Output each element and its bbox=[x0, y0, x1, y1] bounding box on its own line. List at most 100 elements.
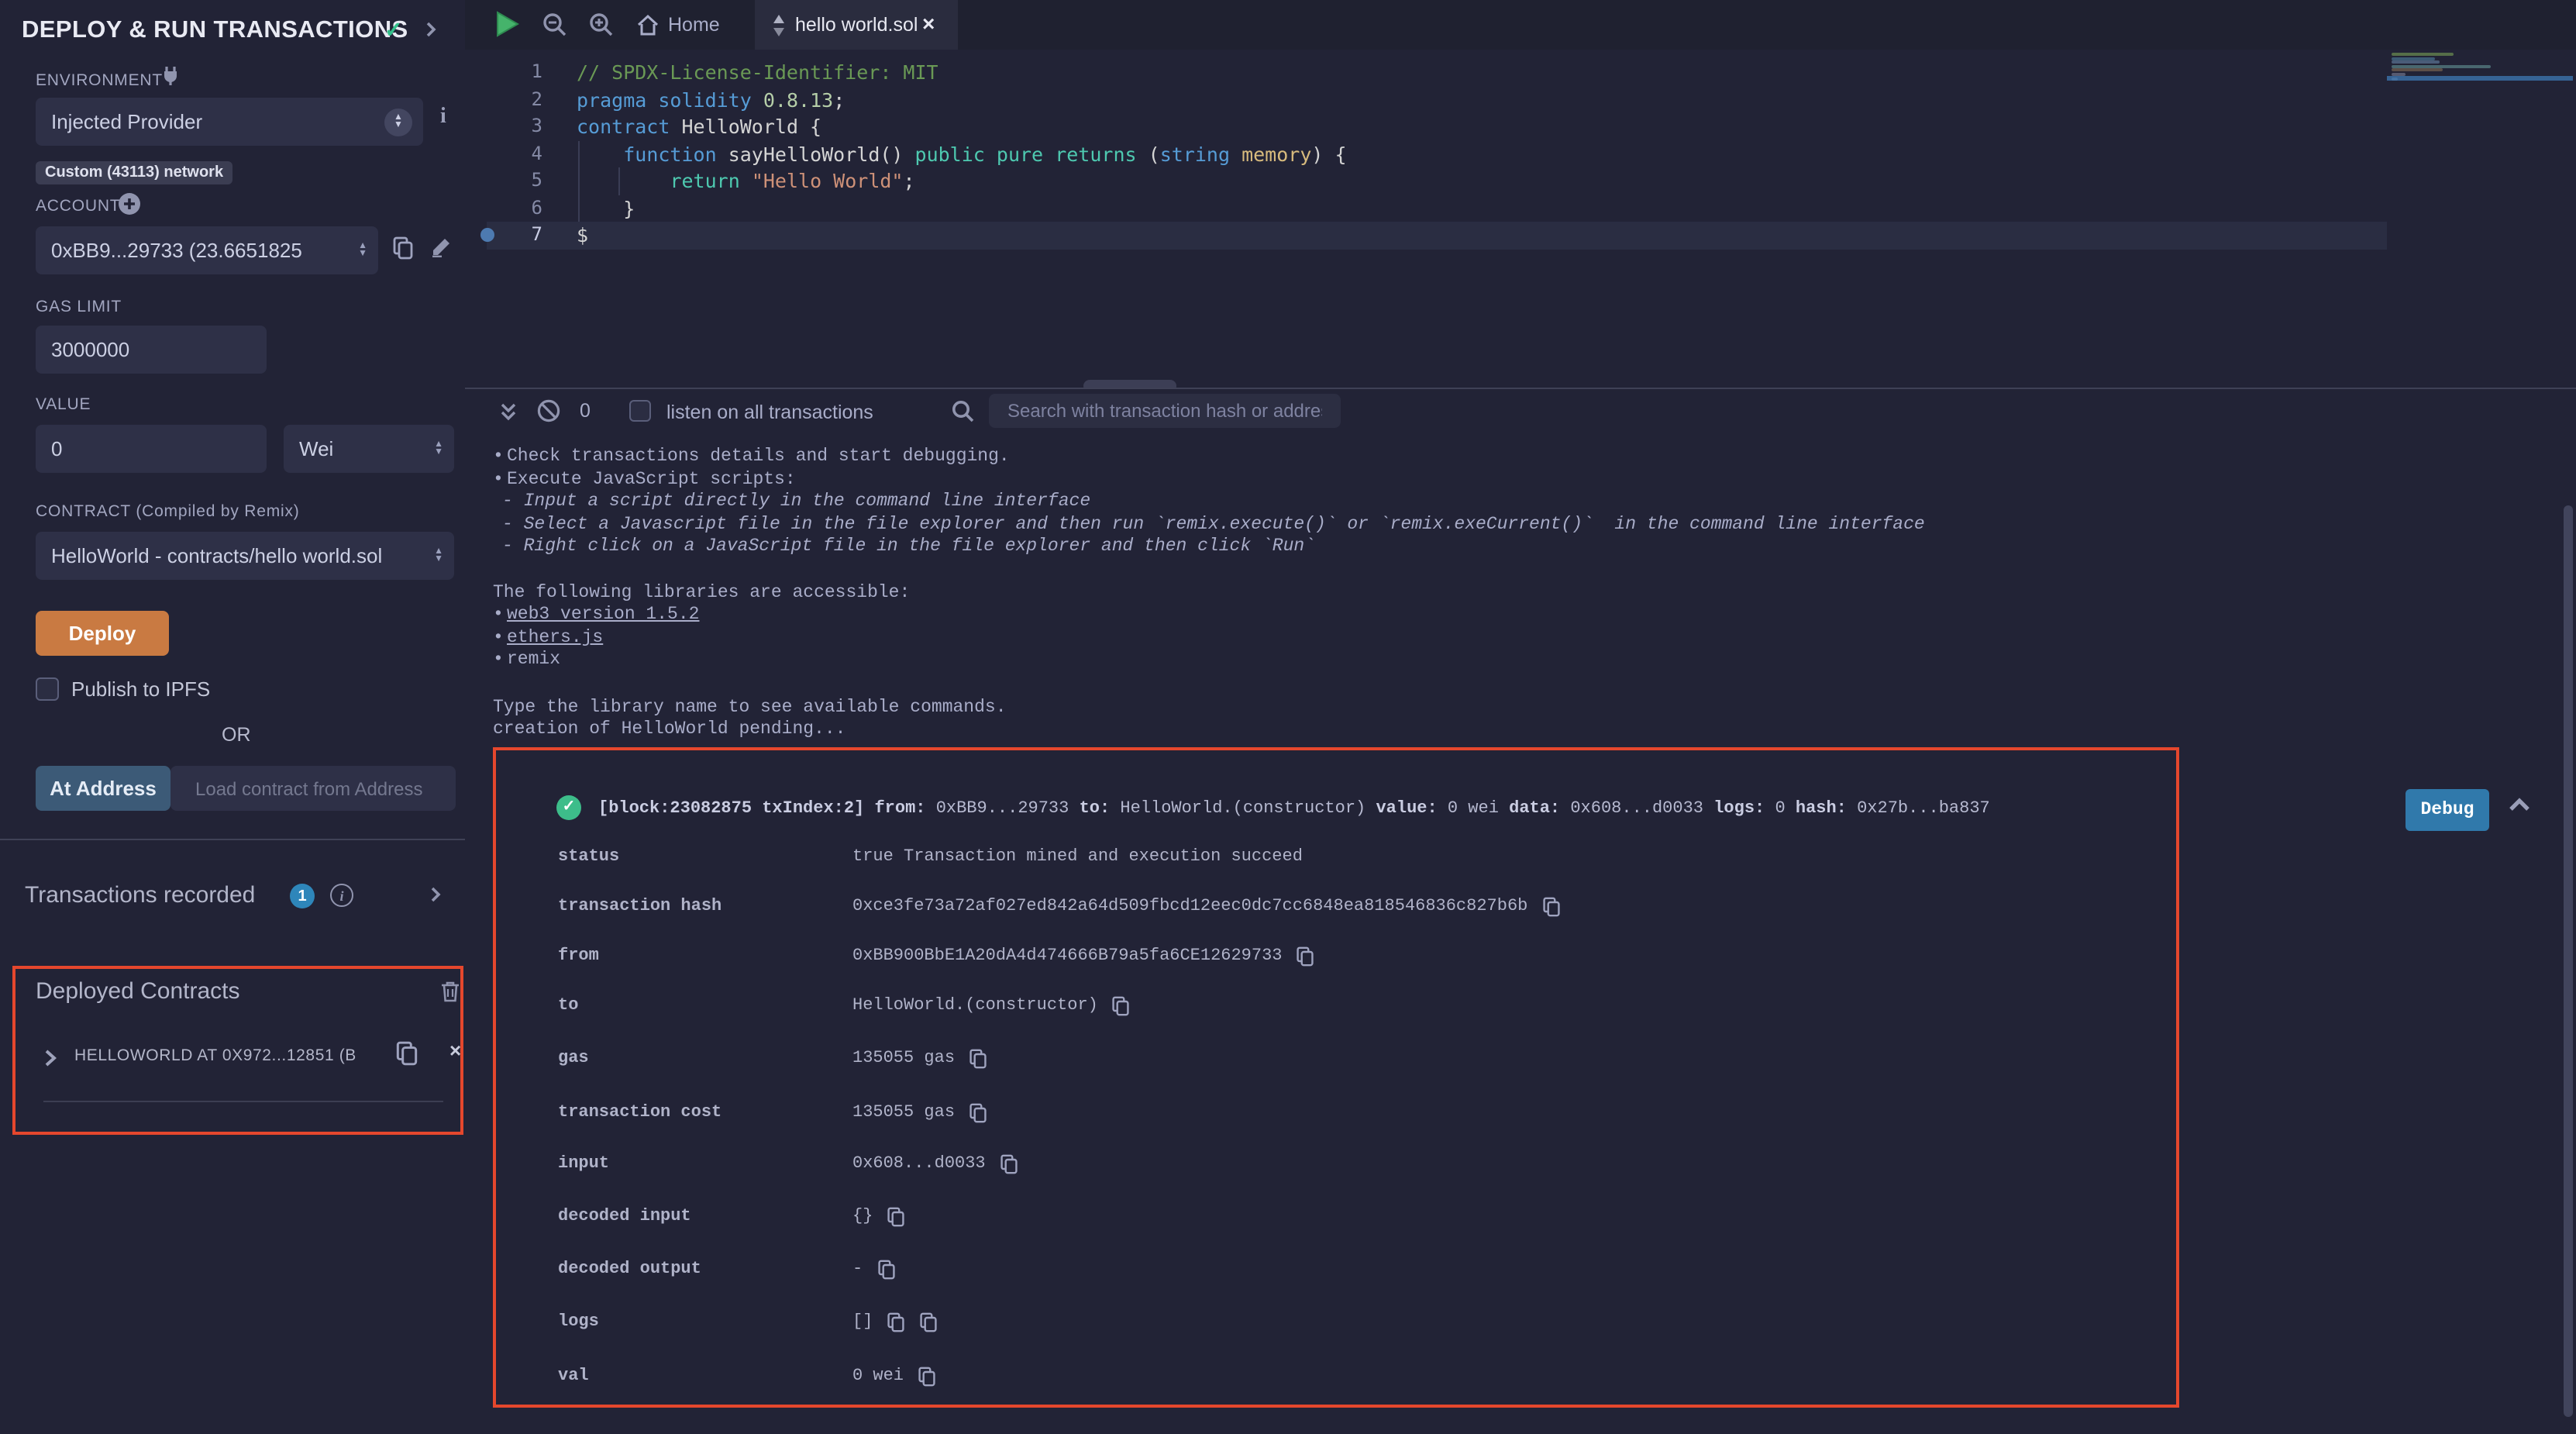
receipt-row-value: 0xBB900BbE1A20dA4d474666B79a5fa6CE126297… bbox=[852, 946, 1315, 967]
copy-account-icon[interactable] bbox=[392, 236, 414, 260]
terminal-link[interactable]: ethers.js bbox=[507, 628, 603, 648]
remix-ide: DEPLOY & RUN TRANSACTIONS ✓ ENVIRONMENT … bbox=[0, 0, 2576, 1432]
value-input[interactable] bbox=[51, 437, 251, 460]
terminal-search-input[interactable] bbox=[1004, 398, 1325, 423]
receipt-value-text: - bbox=[852, 1259, 863, 1281]
receipt-row-value: 0x608...d0033 bbox=[852, 1153, 1018, 1175]
receipt-value-text: 135055 gas bbox=[852, 1048, 955, 1070]
line-number[interactable]: 6 bbox=[499, 195, 542, 222]
breakpoint-dot-icon[interactable] bbox=[480, 228, 494, 242]
arrow-down-icon: ▼ bbox=[434, 449, 443, 457]
line-number[interactable]: 5 bbox=[499, 167, 542, 195]
code-editor[interactable]: 1234567 // SPDX-License-Identifier: MITp… bbox=[465, 50, 2576, 388]
trash-icon[interactable] bbox=[440, 980, 460, 1003]
copy-value-icon[interactable] bbox=[1000, 1153, 1018, 1175]
at-address-input[interactable] bbox=[195, 777, 440, 799]
remove-contract-icon[interactable]: × bbox=[449, 1039, 461, 1062]
contract-stepper-icon[interactable]: ▲ ▼ bbox=[434, 548, 443, 564]
zoom-out-icon[interactable] bbox=[542, 12, 567, 37]
copy-value-icon[interactable] bbox=[887, 1312, 905, 1333]
receipt-row-value: 0 wei bbox=[852, 1366, 936, 1387]
line-number[interactable]: 4 bbox=[499, 140, 542, 167]
add-account-icon[interactable] bbox=[118, 192, 141, 215]
environment-stepper-icon[interactable]: ▲ ▼ bbox=[384, 108, 412, 136]
copy-value-icon[interactable] bbox=[969, 1048, 987, 1070]
transactions-info-icon[interactable]: i bbox=[330, 884, 353, 907]
editor-minimap[interactable] bbox=[2387, 53, 2573, 146]
receipt-row-value: HelloWorld.(constructor) bbox=[852, 995, 1131, 1017]
copy-value-icon[interactable] bbox=[887, 1206, 905, 1228]
clear-console-ban-icon[interactable] bbox=[536, 398, 561, 423]
code-line[interactable]: } bbox=[577, 195, 635, 222]
copy-contract-address-icon[interactable] bbox=[395, 1040, 418, 1067]
terminal-scrollbar[interactable] bbox=[2564, 505, 2573, 1417]
debug-button[interactable]: Debug bbox=[2406, 789, 2489, 831]
transactions-expand-chevron-icon[interactable] bbox=[429, 885, 442, 904]
value-field-wrap bbox=[36, 425, 267, 473]
terminal-search-wrap bbox=[989, 394, 1341, 428]
receipt-row-value: 135055 gas bbox=[852, 1102, 987, 1124]
collapse-receipt-chevron-up-icon[interactable] bbox=[2508, 797, 2531, 812]
code-line[interactable]: contract HelloWorld { bbox=[577, 113, 821, 140]
deployed-contracts-title: Deployed Contracts bbox=[36, 978, 239, 1005]
deploy-button[interactable]: Deploy bbox=[36, 611, 169, 656]
contract-expand-chevron-icon[interactable] bbox=[43, 1048, 57, 1068]
terminal-text: creation of HelloWorld pending... bbox=[493, 719, 846, 739]
copy-value-icon[interactable] bbox=[1112, 995, 1131, 1017]
listen-all-transactions-checkbox[interactable] bbox=[629, 400, 651, 422]
zoom-in-icon[interactable] bbox=[589, 12, 614, 37]
terminal-line: •web3 version 1.5.2 bbox=[493, 605, 699, 626]
receipt-value-text: HelloWorld.(constructor) bbox=[852, 995, 1098, 1017]
receipt-row-value: {} bbox=[852, 1206, 905, 1228]
receipt-value-text: 135055 gas bbox=[852, 1102, 955, 1124]
code-line[interactable]: return "Hello World"; bbox=[577, 167, 915, 195]
code-line[interactable]: pragma solidity 0.8.13; bbox=[577, 86, 845, 113]
close-tab-icon[interactable]: × bbox=[922, 11, 935, 36]
account-stepper-icon[interactable]: ▲ ▼ bbox=[358, 243, 367, 258]
copy-value-icon[interactable] bbox=[918, 1366, 936, 1387]
minimap-current-line bbox=[2387, 76, 2573, 80]
tab-home[interactable]: Home bbox=[668, 14, 720, 36]
receipt-summary[interactable]: [block:23082875 txIndex:2] from: 0xBB9..… bbox=[598, 798, 1990, 822]
copy-value-icon[interactable] bbox=[919, 1312, 938, 1333]
terminal-line: •ethers.js bbox=[493, 628, 603, 650]
line-number[interactable]: 1 bbox=[499, 59, 542, 86]
code-line[interactable]: $ bbox=[577, 222, 588, 249]
receipt-row-label: val bbox=[558, 1366, 589, 1387]
line-number[interactable]: 7 bbox=[499, 222, 542, 249]
code-line[interactable]: // SPDX-License-Identifier: MIT bbox=[577, 59, 938, 86]
edit-account-pencil-icon[interactable] bbox=[431, 236, 453, 257]
unit-stepper-icon[interactable]: ▲ ▼ bbox=[434, 441, 443, 457]
environment-select[interactable]: Injected Provider ▲ ▼ bbox=[36, 98, 423, 146]
contract-select[interactable]: HelloWorld - contracts/hello world.sol ▲… bbox=[36, 532, 454, 580]
contract-label: CONTRACT (Compiled by Remix) bbox=[36, 502, 300, 521]
run-script-play-icon[interactable] bbox=[496, 11, 519, 37]
collapse-terminal-double-chevron-icon[interactable] bbox=[499, 402, 518, 423]
deployed-contract-item[interactable]: HELLOWORLD AT 0X972...12851 (B bbox=[74, 1046, 356, 1065]
line-number[interactable]: 3 bbox=[499, 113, 542, 140]
line-number[interactable]: 2 bbox=[499, 86, 542, 113]
account-select[interactable]: 0xBB9...29733 (23.6651825 ▲ ▼ bbox=[36, 226, 378, 274]
summary-segment: 0x27b...ba837 bbox=[1847, 800, 1990, 819]
at-address-button[interactable]: At Address bbox=[36, 766, 170, 811]
terminal-text: Check transactions details and start deb… bbox=[507, 446, 1010, 467]
home-icon[interactable] bbox=[635, 12, 660, 37]
summary-segment: 0 wei bbox=[1438, 800, 1509, 819]
copy-value-icon[interactable] bbox=[1297, 946, 1315, 967]
receipt-row-label: status bbox=[558, 846, 619, 868]
value-unit-select[interactable]: Wei ▲ ▼ bbox=[284, 425, 454, 473]
terminal-link[interactable]: web3 version 1.5.2 bbox=[507, 605, 699, 625]
code-line[interactable]: function sayHelloWorld() public pure ret… bbox=[577, 140, 1347, 167]
gas-limit-input[interactable] bbox=[51, 338, 251, 361]
copy-value-icon[interactable] bbox=[1541, 896, 1560, 918]
panel-collapse-chevron-icon[interactable] bbox=[425, 20, 437, 39]
publish-ipfs-checkbox[interactable] bbox=[36, 677, 59, 701]
copy-value-icon[interactable] bbox=[969, 1102, 987, 1124]
copy-value-icon[interactable] bbox=[876, 1259, 895, 1281]
environment-info-icon[interactable]: i bbox=[440, 105, 446, 130]
receipt-row-label: gas bbox=[558, 1048, 589, 1070]
bullet-icon: • bbox=[493, 446, 507, 468]
arrow-down-icon: ▼ bbox=[358, 250, 367, 258]
tab-hello-world-sol[interactable]: hello world.sol × bbox=[755, 0, 958, 50]
account-label: ACCOUNT bbox=[36, 197, 120, 215]
